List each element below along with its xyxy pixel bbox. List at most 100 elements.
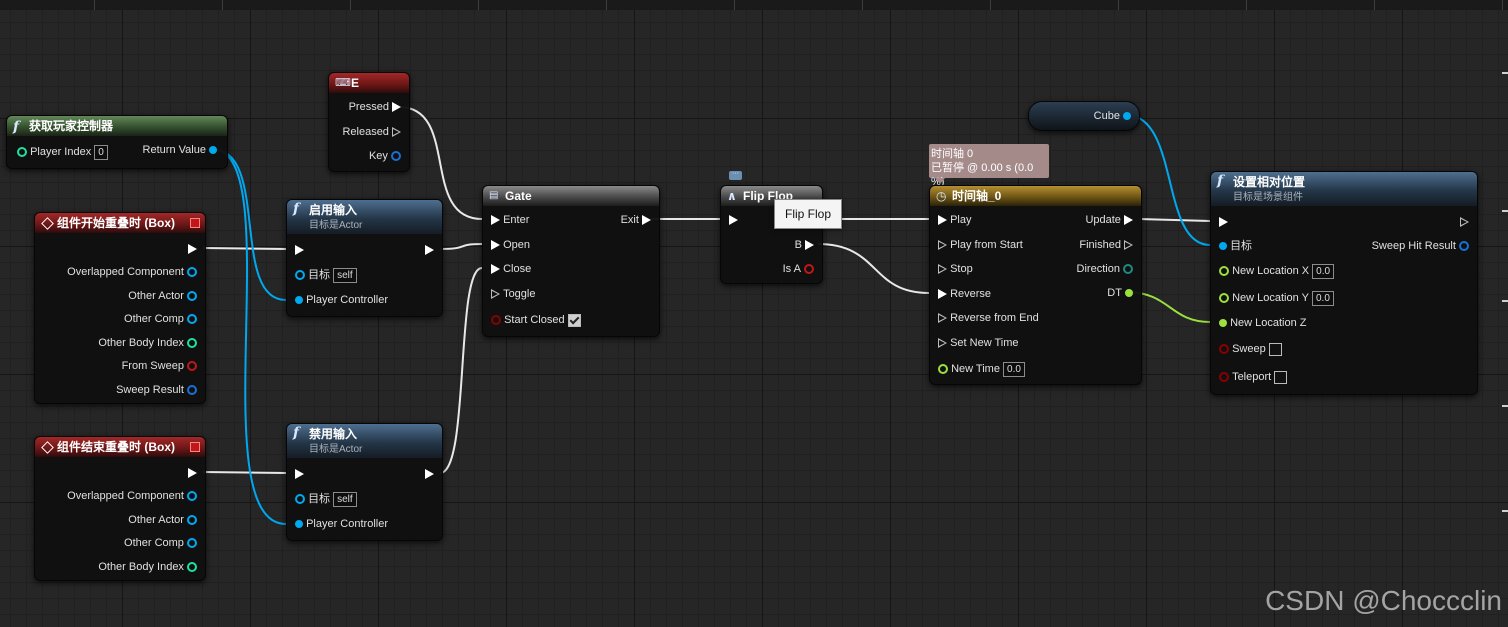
new-location-y-pin[interactable]: New Location Y 0.0 xyxy=(1219,290,1334,306)
exec-out-pin[interactable] xyxy=(425,466,434,482)
other-actor-pin[interactable]: Other Actor xyxy=(128,288,197,304)
other-actor-pin[interactable]: Other Actor xyxy=(128,512,197,528)
return-value-pin[interactable]: Return Value xyxy=(143,142,217,158)
exec-in-pin[interactable] xyxy=(729,212,738,228)
from-sweep-pin[interactable]: From Sweep xyxy=(122,358,197,374)
float-pin-icon[interactable] xyxy=(1219,266,1229,277)
struct-pin-icon[interactable] xyxy=(391,151,401,162)
enable-input-node[interactable]: f 启用输入 目标是Actor 目标 self Player Controller xyxy=(286,199,443,317)
exec-pin-icon[interactable] xyxy=(805,240,814,251)
teleport-pin[interactable]: Teleport xyxy=(1219,369,1288,385)
exec-pin-icon[interactable] xyxy=(425,469,434,480)
cube-output-pin[interactable]: Cube xyxy=(1094,108,1131,124)
exec-pin-icon[interactable] xyxy=(1124,215,1133,226)
exec-out-pin[interactable] xyxy=(1460,214,1469,230)
object-pin-icon[interactable] xyxy=(1123,112,1131,121)
exec-pin-icon[interactable] xyxy=(392,127,401,138)
new-location-y-input[interactable]: 0.0 xyxy=(1311,290,1334,306)
exit-pin[interactable]: Exit xyxy=(621,212,651,228)
gate-node[interactable]: ▤ Gate Enter Exit Open Close Toggle Start… xyxy=(482,185,660,337)
reverse-from-end-pin[interactable]: Reverse from End xyxy=(938,310,1039,326)
stop-pin[interactable]: Stop xyxy=(938,261,973,277)
update-pin[interactable]: Update xyxy=(1085,212,1133,228)
is-a-pin[interactable]: Is A xyxy=(783,261,814,277)
new-location-x-input[interactable]: 0.0 xyxy=(1312,263,1335,279)
new-location-z-pin[interactable]: New Location Z xyxy=(1219,315,1307,331)
player-controller-pin[interactable]: Player Controller xyxy=(295,292,388,308)
object-pin-icon[interactable] xyxy=(295,296,303,305)
exec-pin-icon[interactable] xyxy=(938,289,947,300)
exec-pin-icon[interactable] xyxy=(938,240,947,251)
delegate-pin-icon[interactable] xyxy=(190,442,200,452)
int-pin-icon[interactable] xyxy=(187,338,197,349)
exec-pin-icon[interactable] xyxy=(188,468,197,479)
b-pin[interactable]: B xyxy=(795,237,814,253)
player-index-input[interactable]: 0 xyxy=(94,144,108,160)
other-comp-pin[interactable]: Other Comp xyxy=(124,535,197,551)
int-pin-icon[interactable] xyxy=(187,562,197,573)
exec-pin-icon[interactable] xyxy=(188,244,197,255)
overlapped-component-pin[interactable]: Overlapped Component xyxy=(67,264,197,280)
exec-pin-icon[interactable] xyxy=(295,245,304,256)
exec-pin-icon[interactable] xyxy=(938,313,947,324)
finished-pin[interactable]: Finished xyxy=(1079,237,1133,253)
dt-pin[interactable]: DT xyxy=(1107,285,1133,301)
set-relative-location-node[interactable]: f 设置相对位置 目标是场景组件 目标 Sweep Hit Result New … xyxy=(1210,171,1478,395)
exec-in-pin[interactable] xyxy=(1219,214,1228,230)
teleport-checkbox[interactable] xyxy=(1274,370,1288,384)
exec-in-pin[interactable] xyxy=(295,466,304,482)
object-pin-icon[interactable] xyxy=(187,515,197,526)
exec-pin-icon[interactable] xyxy=(491,215,500,226)
direction-pin[interactable]: Direction xyxy=(1077,261,1133,277)
exec-pin-icon[interactable] xyxy=(491,240,500,251)
new-time-input[interactable]: 0.0 xyxy=(1003,361,1025,377)
comment-bubble-icon[interactable]: ··· xyxy=(729,170,742,180)
enum-pin-icon[interactable] xyxy=(1123,264,1133,275)
bool-pin-icon[interactable] xyxy=(804,264,814,275)
object-pin-icon[interactable] xyxy=(187,314,197,325)
exec-pin-icon[interactable] xyxy=(938,338,947,349)
bool-pin-icon[interactable] xyxy=(491,315,501,326)
target-pin[interactable]: 目标 xyxy=(1219,238,1252,254)
other-body-index-pin[interactable]: Other Body Index xyxy=(98,335,197,351)
target-default-value[interactable]: self xyxy=(333,491,357,507)
other-body-index-pin[interactable]: Other Body Index xyxy=(98,559,197,575)
enter-pin[interactable]: Enter xyxy=(491,212,529,228)
end-overlap-event-node[interactable]: 组件结束重叠时 (Box) Overlapped Component Other… xyxy=(34,436,206,581)
timeline-node[interactable]: ◷ 时间轴_0 Play Play from Start Stop Reverse… xyxy=(929,185,1142,385)
exec-pin-icon[interactable] xyxy=(642,215,651,226)
reverse-pin[interactable]: Reverse xyxy=(938,286,991,302)
object-pin-icon[interactable] xyxy=(1219,242,1227,251)
player-controller-pin[interactable]: Player Controller xyxy=(295,516,388,532)
released-pin[interactable]: Released xyxy=(342,124,401,140)
new-location-x-pin[interactable]: New Location X 0.0 xyxy=(1219,263,1335,279)
bool-pin-icon[interactable] xyxy=(187,361,197,372)
exec-pin-icon[interactable] xyxy=(938,215,947,226)
get-player-controller-node[interactable]: f 获取玩家控制器 Player Index 0 Return Value xyxy=(6,115,228,169)
bool-pin-icon[interactable] xyxy=(1219,372,1229,383)
object-pin-icon[interactable] xyxy=(295,520,303,529)
exec-pin-icon[interactable] xyxy=(392,102,401,113)
exec-pin-icon[interactable] xyxy=(295,469,304,480)
exec-pin-icon[interactable] xyxy=(491,264,500,275)
exec-out-pin[interactable] xyxy=(188,465,197,481)
object-pin-icon[interactable] xyxy=(187,291,197,302)
object-pin-icon[interactable] xyxy=(209,146,217,155)
start-closed-checkbox[interactable] xyxy=(567,313,581,327)
begin-overlap-event-node[interactable]: 组件开始重叠时 (Box) Overlapped Component Other… xyxy=(34,212,206,404)
float-pin-icon[interactable] xyxy=(1219,293,1229,304)
object-pin-icon[interactable] xyxy=(295,494,305,505)
sweep-checkbox[interactable] xyxy=(1268,342,1282,356)
key-pin[interactable]: Key xyxy=(369,148,401,164)
set-new-time-pin[interactable]: Set New Time xyxy=(938,335,1019,351)
pressed-pin[interactable]: Pressed xyxy=(349,99,401,115)
exec-out-pin[interactable] xyxy=(188,241,197,257)
exec-pin-icon[interactable] xyxy=(938,264,947,275)
object-pin-icon[interactable] xyxy=(187,267,197,278)
object-pin-icon[interactable] xyxy=(187,491,197,502)
float-pin-icon[interactable] xyxy=(1219,319,1227,328)
disable-input-node[interactable]: f 禁用输入 目标是Actor 目标 self Player Controller xyxy=(286,423,443,541)
play-pin[interactable]: Play xyxy=(938,212,971,228)
struct-pin-icon[interactable] xyxy=(1459,241,1469,252)
target-pin[interactable]: 目标 self xyxy=(295,267,357,283)
